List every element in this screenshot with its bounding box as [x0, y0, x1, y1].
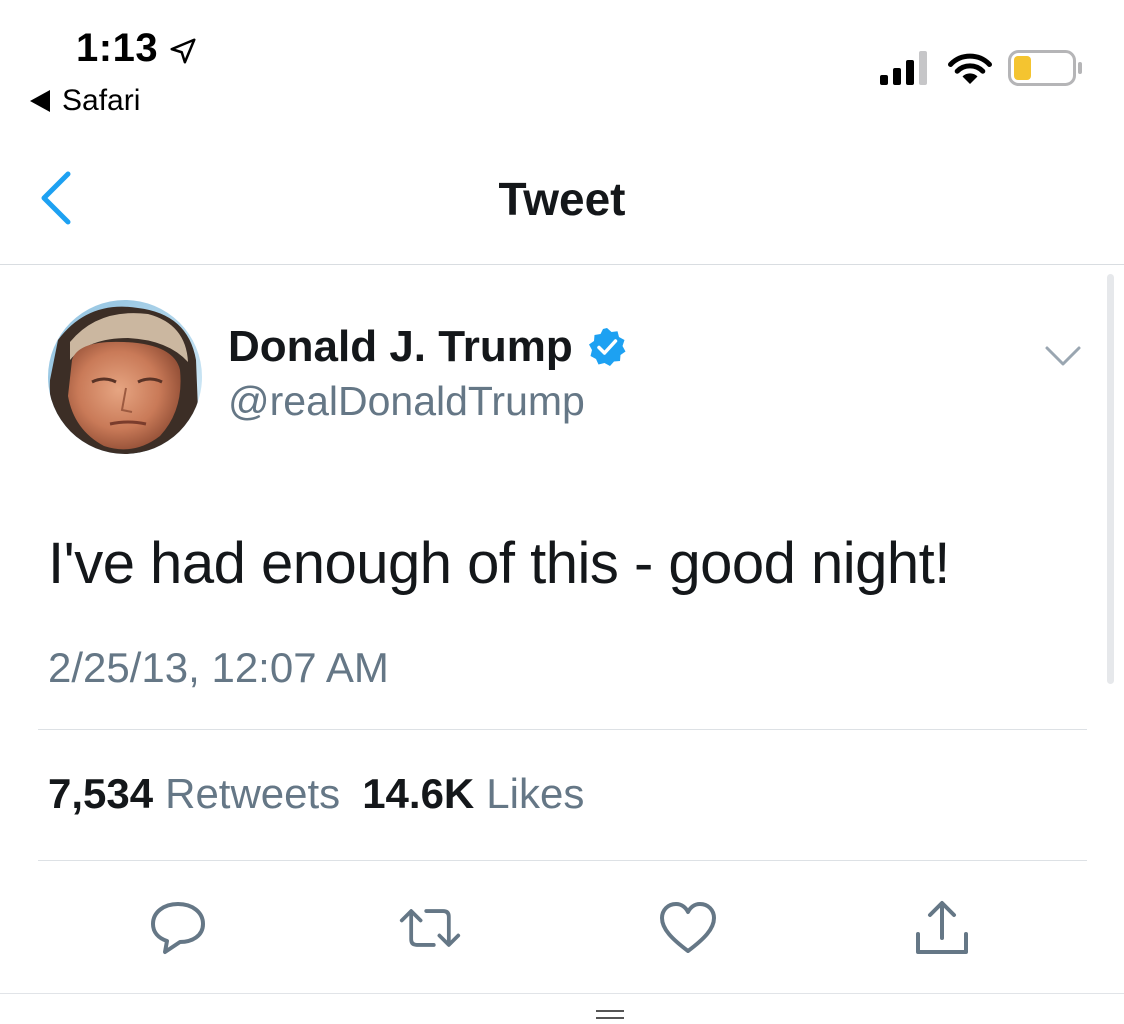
likes-count[interactable]: 14.6K — [362, 770, 474, 818]
author-handle[interactable]: @realDonaldTrump — [228, 378, 585, 425]
retweet-button[interactable] — [398, 896, 462, 960]
stats-top-divider — [38, 729, 1087, 730]
chevron-down-icon[interactable] — [1044, 344, 1082, 368]
back-to-safari[interactable]: Safari — [30, 84, 140, 118]
wifi-icon — [948, 53, 992, 84]
status-time: 1:13 — [76, 26, 198, 71]
author-name[interactable]: Donald J. Trump — [228, 322, 627, 372]
nav-divider — [0, 264, 1124, 265]
stats-bottom-divider — [38, 860, 1087, 861]
reply-icon — [151, 902, 205, 954]
avatar[interactable] — [48, 300, 202, 454]
reply-button[interactable] — [146, 896, 210, 960]
retweet-icon — [399, 909, 461, 947]
back-app-label: Safari — [62, 84, 141, 117]
cellular-signal-icon — [880, 51, 927, 85]
tweet-timestamp: 2/25/13, 12:07 AM — [48, 644, 389, 691]
drag-handle-icon[interactable] — [596, 1010, 624, 1024]
heart-icon — [660, 902, 716, 953]
verified-badge-icon — [588, 328, 626, 366]
bottom-divider — [0, 993, 1124, 994]
share-icon — [916, 901, 968, 954]
back-triangle-icon — [30, 90, 50, 112]
page-title: Tweet — [498, 173, 626, 225]
tweet-stats: 7,534 Retweets 14.6K Likes — [48, 770, 606, 818]
location-arrow-icon — [170, 38, 196, 63]
retweets-count[interactable]: 7,534 — [48, 770, 153, 818]
likes-label[interactable]: Likes — [486, 770, 584, 818]
like-button[interactable] — [656, 896, 720, 960]
author-name-text: Donald J. Trump — [228, 322, 573, 371]
tweet-text: I've had enough of this - good night! — [48, 531, 950, 596]
avatar-image — [48, 300, 202, 454]
scrollbar[interactable] — [1107, 274, 1114, 684]
share-button[interactable] — [910, 896, 974, 960]
battery-icon — [1008, 50, 1082, 86]
retweets-label[interactable]: Retweets — [165, 770, 340, 818]
status-time-text: 1:13 — [76, 26, 159, 70]
